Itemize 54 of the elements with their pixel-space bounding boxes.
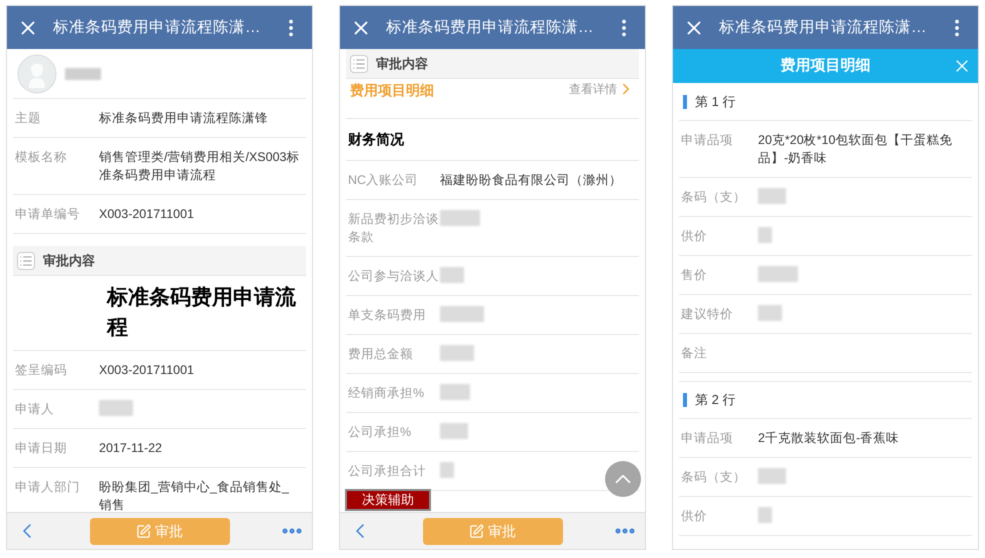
section-title: 审批内容 <box>376 54 428 73</box>
accent-bar <box>683 94 687 108</box>
window-title: 标准条码费用申请流程陈潇… <box>386 18 594 38</box>
field-label: 费用总金额 <box>348 346 414 363</box>
field-label: 供价 <box>681 228 708 245</box>
field-label: 新品费初步洽谈条款 <box>348 211 440 246</box>
approve-button[interactable]: 审批 <box>90 518 230 544</box>
field-label: 申请人部门 <box>15 479 81 496</box>
detail-link[interactable]: 费用项目明细 查看详情 <box>346 79 639 119</box>
section-title: 审批内容 <box>43 252 95 270</box>
field-label: 条码（支） <box>681 469 747 486</box>
field-label: 申请人 <box>15 401 55 418</box>
list-icon <box>350 54 368 72</box>
window-title: 标准条码费用申请流程陈潇… <box>719 18 928 38</box>
accent-bar <box>683 393 687 407</box>
field-label: 申请品项 <box>681 430 734 447</box>
field-value: X003-201711001 <box>99 362 195 379</box>
field-label: 申请单编号 <box>15 206 81 223</box>
field-label: 公司承担% <box>348 424 412 441</box>
field-value: 盼盼集团_营销中心_食品销售处_销售 <box>99 479 290 512</box>
field-value: 2千克散装软面包-香蕉味 <box>758 430 900 447</box>
field-value: 20克*20枚*10包软面包【干蛋糕免品】-奶香味 <box>758 132 954 167</box>
field-label: 经销商承担% <box>348 385 426 402</box>
avatar-icon <box>17 54 57 94</box>
field-label: 申请日期 <box>15 440 68 457</box>
group-title: 第 1 行 <box>695 92 736 111</box>
field-value: 销售管理类/营销费用相关/XS003标准条码费用申请流程 <box>99 149 300 184</box>
field-label: 公司参与洽谈人 <box>348 268 440 285</box>
field-label: 供价 <box>681 508 708 525</box>
field-label: 建议特价 <box>681 306 734 323</box>
field-label: NC入账公司 <box>348 172 420 189</box>
section-heading: 财务简况 <box>348 130 404 149</box>
field-label: 主题 <box>15 110 42 127</box>
edit-icon <box>469 524 484 538</box>
field-label: 申请品项 <box>681 132 734 149</box>
field-value: 2017-11-22 <box>99 440 164 457</box>
window-title: 标准条码费用申请流程陈潇… <box>53 18 262 38</box>
approve-button[interactable]: 审批 <box>422 518 562 544</box>
document-title: 标准条码费用申请流程 <box>107 284 296 341</box>
list-icon <box>17 252 35 270</box>
edit-icon <box>136 524 151 538</box>
field-value: X003-201711001 <box>99 206 195 223</box>
field-value: 福建盼盼食品有限公司（滁州） <box>440 172 623 189</box>
field-label: 单支条码费用 <box>348 307 427 324</box>
panel-title: 费用项目明细 <box>780 56 870 76</box>
field-label: 模板名称 <box>15 149 68 166</box>
decision-support-button[interactable]: 决策辅助 <box>345 489 431 511</box>
field-label: 售价 <box>681 267 708 284</box>
field-label: 条码（支） <box>681 189 747 206</box>
field-value: 标准条码费用申请流程陈潇锋 <box>99 110 269 127</box>
field-label: 公司承担合计 <box>348 463 427 480</box>
group-title: 第 2 行 <box>695 391 736 410</box>
field-label: 备注 <box>681 345 708 362</box>
field-label: 签呈编码 <box>15 362 68 379</box>
